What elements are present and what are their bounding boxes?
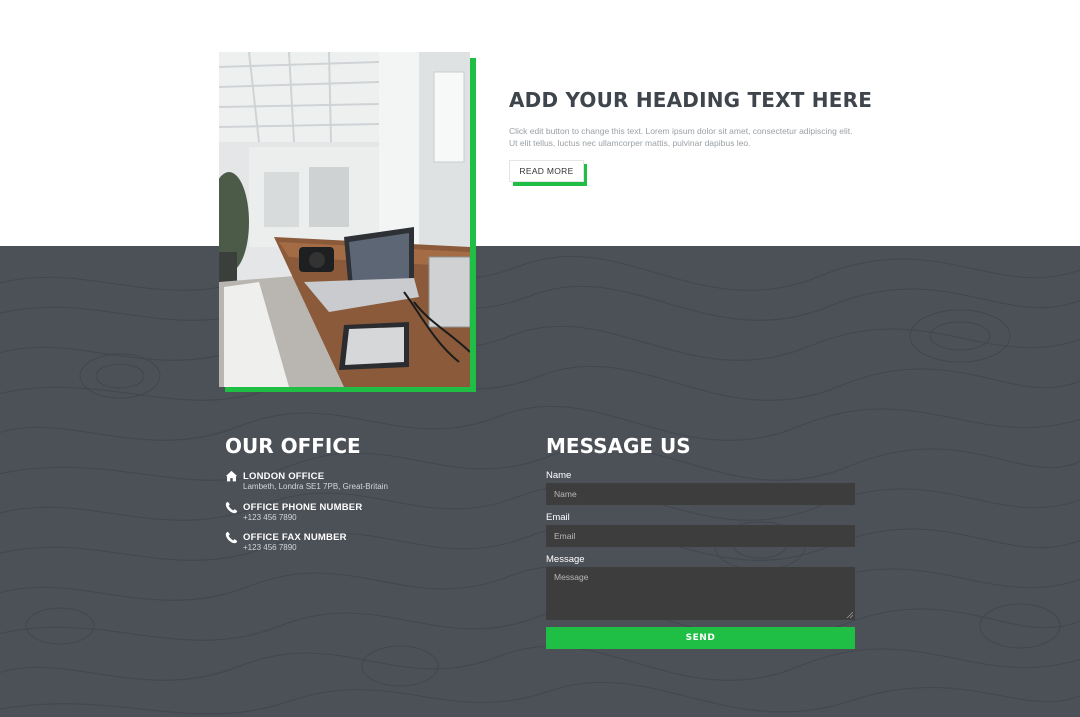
office-item-value: +123 456 7890	[243, 543, 297, 552]
phone-icon	[225, 501, 238, 514]
message-label: Message	[546, 554, 585, 565]
resize-grip-icon[interactable]	[846, 611, 854, 619]
email-input[interactable]	[546, 525, 855, 547]
footer-section	[0, 246, 1080, 717]
home-icon	[225, 470, 238, 482]
send-button[interactable]: SEND	[546, 627, 855, 649]
office-photo	[219, 52, 470, 387]
read-more-button[interactable]: READ MORE	[509, 160, 584, 182]
hero-text: Click edit button to change this text. L…	[509, 126, 853, 148]
office-item-label: OFFICE FAX NUMBER	[243, 532, 347, 543]
message-textarea[interactable]	[546, 567, 855, 620]
office-item-value: +123 456 7890	[243, 513, 297, 522]
office-item-value: Lambeth, Londra SE1 7PB, Great-Britain	[243, 482, 388, 491]
phone-icon	[225, 531, 238, 544]
name-label: Name	[546, 470, 572, 481]
email-label: Email	[546, 512, 570, 523]
message-title: MESSAGE US	[546, 434, 691, 458]
name-input[interactable]	[546, 483, 855, 505]
office-item-london: LONDON OFFICE Lambeth, Londra SE1 7PB, G…	[225, 470, 505, 496]
hero-heading: ADD YOUR HEADING TEXT HERE	[509, 88, 873, 112]
office-item-fax: OFFICE FAX NUMBER +123 456 7890	[225, 531, 505, 557]
office-item-phone: OFFICE PHONE NUMBER +123 456 7890	[225, 501, 505, 527]
office-title: OUR OFFICE	[225, 434, 361, 458]
office-item-label: LONDON OFFICE	[243, 471, 325, 482]
office-item-label: OFFICE PHONE NUMBER	[243, 502, 363, 513]
top-section	[0, 0, 1080, 246]
topographic-background	[0, 255, 1080, 715]
